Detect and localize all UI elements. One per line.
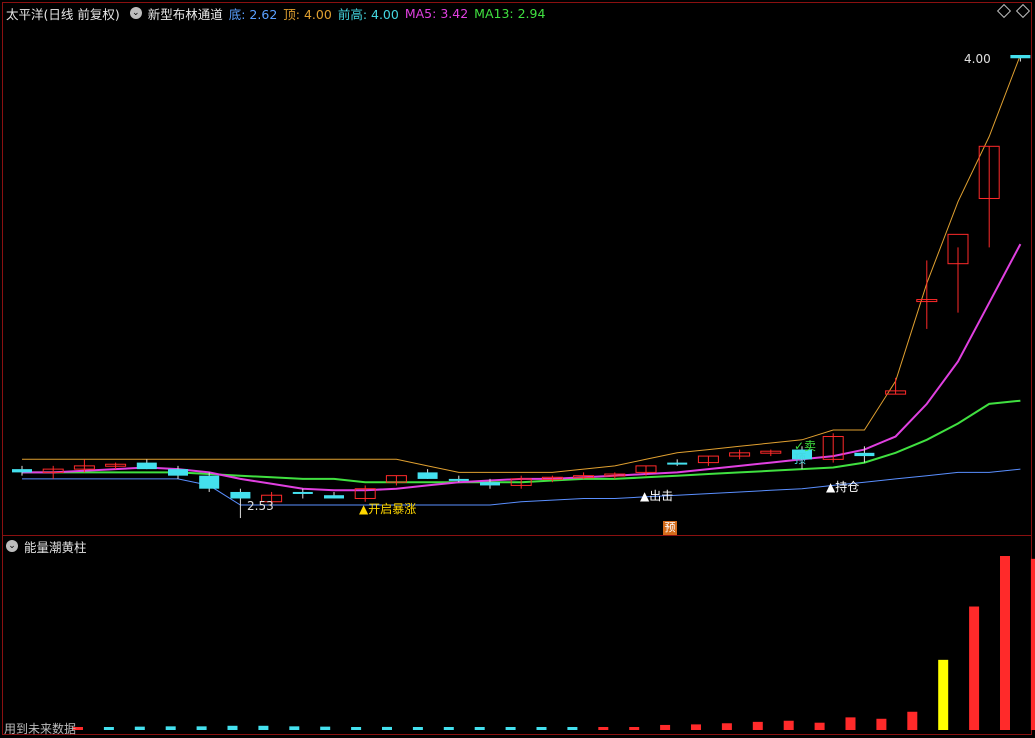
energy-bar (412, 727, 423, 730)
energy-bar (691, 724, 701, 730)
energy-bar (258, 725, 269, 730)
energy-bar (505, 727, 516, 730)
future-data-note: 用到未来数据 (4, 722, 77, 736)
energy-bar (134, 726, 145, 730)
candle-body (324, 495, 344, 499)
upper-band-line (22, 54, 1021, 473)
energy-bar (289, 726, 300, 730)
top-signal-label: 顶 (794, 452, 807, 466)
energy-bar (629, 727, 640, 730)
chevron-down-icon[interactable]: ⌄ (6, 540, 18, 552)
candle-body (230, 491, 251, 499)
strike-label: ▲出击 (640, 489, 674, 503)
energy-bar (907, 711, 918, 730)
energy-bar (103, 727, 114, 730)
energy-bar (474, 727, 485, 730)
energy-bar (1030, 558, 1035, 730)
energy-bar (598, 727, 609, 730)
energy-bar (351, 727, 362, 730)
energy-bar (845, 717, 856, 730)
candle-body (480, 482, 500, 486)
energy-bar (196, 726, 207, 730)
candle-body (12, 469, 32, 473)
energy-bar (969, 606, 980, 730)
energy-bar (752, 721, 763, 730)
candle-body (1010, 55, 1031, 59)
yu-signal-badge: 预 (663, 521, 677, 535)
low-price-label: 2.53 (247, 499, 274, 513)
energy-bar (814, 722, 825, 730)
candle-body (292, 491, 313, 494)
candle-body (448, 478, 469, 481)
energy-bar (660, 724, 671, 730)
sub-panel-header: ⌄ 能量潮黄柱 (6, 537, 87, 556)
energy-bar (382, 726, 392, 730)
hold-label: ▲持仓 (826, 480, 860, 494)
candle-body (854, 452, 875, 457)
energy-bar (783, 720, 794, 730)
energy-bar (443, 727, 454, 730)
candle-body (136, 462, 157, 470)
energy-bar (721, 723, 732, 730)
energy-bar (536, 727, 547, 730)
candle-body (667, 462, 688, 465)
start-surge-label: ▲开启暴涨 (359, 502, 417, 516)
energy-bar (227, 725, 238, 730)
energy-bar (876, 718, 887, 730)
energy-bar (165, 726, 176, 730)
energy-bar (938, 659, 949, 730)
energy-bar (320, 726, 331, 730)
candle-body (417, 472, 438, 479)
energy-bar (1000, 556, 1010, 730)
energy-bar (567, 727, 578, 730)
kline-chart[interactable] (0, 0, 1035, 738)
candle-body (199, 475, 220, 489)
candle-body (168, 469, 188, 476)
top-price-label: 4.00 (964, 52, 991, 66)
sub-panel-title[interactable]: 能量潮黄柱 (24, 537, 87, 556)
